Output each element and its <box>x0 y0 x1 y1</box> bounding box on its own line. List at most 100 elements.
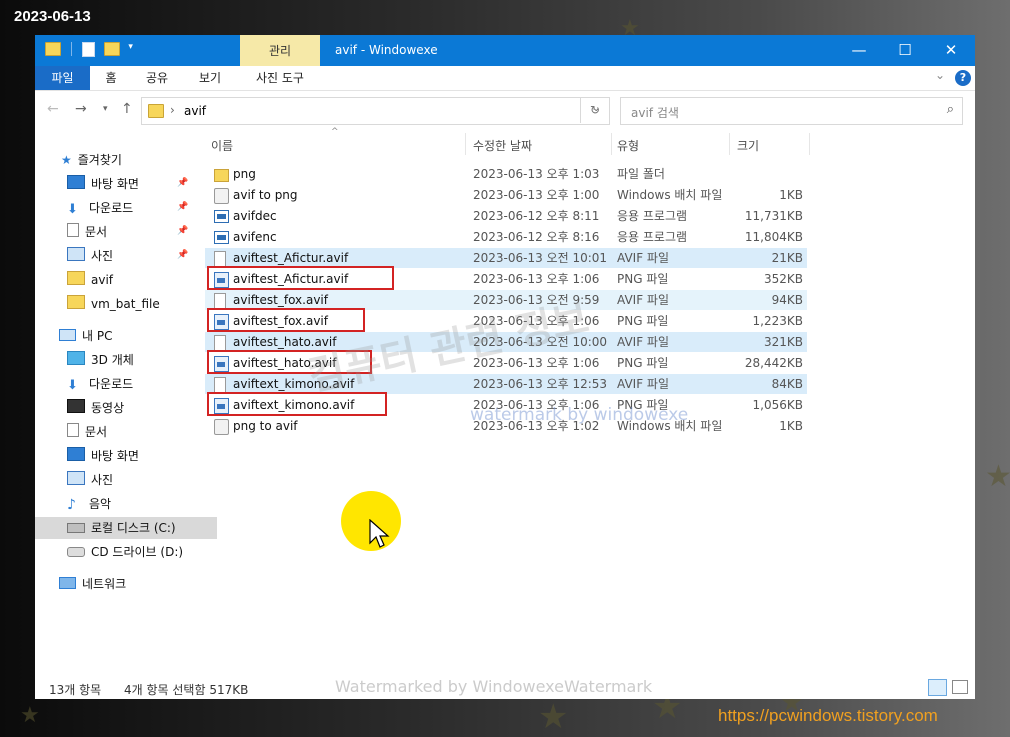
ribbon-expand-icon[interactable]: ⌄ <box>935 68 945 82</box>
sidebar-item-pc-3[interactable]: 문서 <box>67 421 107 443</box>
large-icons-view-icon[interactable] <box>952 680 968 694</box>
search-placeholder: avif 검색 <box>631 106 679 120</box>
file-name: avifdec <box>233 209 277 223</box>
computer-icon <box>59 329 76 341</box>
sidebar-item-label: 네트워크 <box>82 577 127 591</box>
sidebar-item-label: 동영상 <box>91 401 125 415</box>
pin-icon[interactable]: 📌 <box>177 250 188 260</box>
sidebar-item-pc-7[interactable]: 로컬 디스크 (C:) <box>35 517 217 539</box>
date-stamp: 2023-06-13 <box>14 8 91 25</box>
column-header-name[interactable]: 이름 <box>211 137 233 154</box>
file-type: AVIF 파일 <box>617 251 669 265</box>
file-date: 2023-06-13 오후 1:02 <box>473 419 600 433</box>
recent-locations-icon[interactable]: ▾ <box>103 104 108 114</box>
sidebar-item-quick-4[interactable]: avif <box>67 269 113 291</box>
drive-icon <box>67 523 85 533</box>
sidebar-item-pc-1[interactable]: ⬇ 다운로드 <box>67 373 133 395</box>
sidebar-item-pc-0[interactable]: 3D 개체 <box>67 349 134 371</box>
column-divider[interactable] <box>465 133 466 155</box>
highlight-box <box>207 266 394 290</box>
file-row[interactable]: aviftest_hato.avif 2023-06-13 오전 10:00 AVI… <box>205 332 807 352</box>
search-icon[interactable]: ⌕ <box>947 102 954 117</box>
search-input[interactable]: avif 검색 ⌕ <box>620 97 963 125</box>
column-header-size[interactable]: 크기 <box>737 137 759 154</box>
sidebar-item-pc-4[interactable]: 바탕 화면 <box>67 445 139 467</box>
file-size: 1,056KB <box>752 398 803 412</box>
file-row[interactable]: png to avif 2023-06-13 오후 1:02 Windows 배치 … <box>205 416 807 436</box>
sidebar-item-quick-0[interactable]: 바탕 화면 <box>67 173 139 195</box>
breadcrumb-avif[interactable]: avif <box>184 104 206 118</box>
sidebar-item-quick-access[interactable]: ★ 즐겨찾기 <box>61 149 122 171</box>
sidebar-item-label: 문서 <box>85 225 108 239</box>
minimize-button[interactable]: — <box>836 35 882 66</box>
column-divider[interactable] <box>729 133 730 155</box>
properties-icon[interactable] <box>81 42 95 57</box>
sidebar-item-pc-6[interactable]: ♪ 음악 <box>67 493 111 515</box>
file-size: 84KB <box>771 377 803 391</box>
sidebar-item-label: 바탕 화면 <box>91 177 139 191</box>
close-button[interactable]: ✕ <box>928 35 974 66</box>
column-divider[interactable] <box>611 133 612 155</box>
pin-icon[interactable]: 📌 <box>177 178 188 188</box>
pictures-icon <box>67 247 85 261</box>
site-url: https://pcwindows.tistory.com <box>718 706 938 725</box>
file-row[interactable]: aviftest_fox.avif 2023-06-13 오전 9:59 AVIF … <box>205 290 807 310</box>
file-name: png <box>233 167 256 181</box>
pictures-icon <box>67 471 85 485</box>
tab-picture-tools[interactable]: 사진 도구 <box>245 66 315 90</box>
column-header-type[interactable]: 유형 <box>617 137 639 154</box>
desktop-icon <box>67 175 85 189</box>
column-header-date[interactable]: 수정한 날짜 <box>473 137 532 154</box>
sidebar-item-pc-2[interactable]: 동영상 <box>67 397 124 419</box>
back-arrow-icon[interactable]: ← <box>47 101 59 117</box>
file-row[interactable]: avifenc 2023-06-12 오후 8:16 응용 프로그램 11,804KB <box>205 227 807 247</box>
tab-view[interactable]: 보기 <box>190 66 230 90</box>
customize-toolbar-icon[interactable]: ▾ <box>128 42 133 52</box>
up-arrow-icon[interactable]: ↑ <box>121 101 133 117</box>
sidebar-item-quick-2[interactable]: 문서 <box>67 221 107 243</box>
file-row[interactable]: avif to png 2023-06-13 오후 1:00 Windows 배치 … <box>205 185 807 205</box>
sidebar-item-quick-3[interactable]: 사진 <box>67 245 113 267</box>
file-date: 2023-06-13 오전 9:59 <box>473 293 600 307</box>
network-icon <box>59 577 76 589</box>
item-count: 13개 항목 <box>49 683 102 697</box>
pin-icon[interactable]: 📌 <box>177 202 188 212</box>
file-type: AVIF 파일 <box>617 335 669 349</box>
sidebar-item-quick-5[interactable]: vm_bat_file <box>67 293 160 315</box>
file-row[interactable]: png 2023-06-13 오후 1:03 파일 폴더 <box>205 164 807 184</box>
breadcrumb-separator-icon: › <box>170 103 175 117</box>
file-type: 파일 폴더 <box>617 167 665 181</box>
new-folder-icon[interactable] <box>104 42 121 56</box>
sidebar-item-pc-8[interactable]: CD 드라이브 (D:) <box>67 541 183 563</box>
details-view-icon[interactable] <box>928 679 947 696</box>
file-icon <box>214 251 226 267</box>
help-icon[interactable]: ? <box>955 70 971 86</box>
sidebar-item-label: CD 드라이브 (D:) <box>91 545 184 559</box>
tab-file[interactable]: 파일 <box>35 66 90 90</box>
tab-home[interactable]: 홈 <box>95 66 127 90</box>
title-bar: ▾ 관리 avif - Windowexe — ☐ ✕ <box>35 35 975 66</box>
file-type: PNG 파일 <box>617 314 669 328</box>
3d-objects-icon <box>67 351 85 365</box>
sidebar-item-label: 바탕 화면 <box>91 449 139 463</box>
tab-share[interactable]: 공유 <box>137 66 177 90</box>
sidebar-item-network[interactable]: 네트워크 <box>59 573 126 595</box>
maximize-button[interactable]: ☐ <box>882 35 928 66</box>
pin-icon[interactable]: 📌 <box>177 226 188 236</box>
refresh-icon[interactable]: ↻ <box>580 97 609 123</box>
file-type: AVIF 파일 <box>617 293 669 307</box>
sidebar-item-quick-1[interactable]: ⬇ 다운로드 <box>67 197 133 219</box>
file-size: 28,442KB <box>744 356 803 370</box>
sidebar-item-pc-5[interactable]: 사진 <box>67 469 113 491</box>
column-divider[interactable] <box>809 133 810 155</box>
file-name: png to avif <box>233 419 298 433</box>
file-date: 2023-06-13 오후 1:03 <box>473 167 600 181</box>
mouse-pointer-icon <box>369 519 390 548</box>
file-row[interactable]: aviftest_Afictur.avif 2023-06-13 오전 10:01… <box>205 248 807 268</box>
address-bar[interactable]: › avif ⌄ <box>141 97 610 125</box>
forward-arrow-icon[interactable]: → <box>75 101 87 117</box>
sidebar-item-this-pc[interactable]: 내 PC <box>59 325 112 347</box>
file-row[interactable]: aviftext_kimono.avif 2023-06-13 오후 12:53 A… <box>205 374 807 394</box>
context-tab-manage[interactable]: 관리 <box>240 35 320 66</box>
file-row[interactable]: avifdec 2023-06-12 오후 8:11 응용 프로그램 11,731KB <box>205 206 807 226</box>
